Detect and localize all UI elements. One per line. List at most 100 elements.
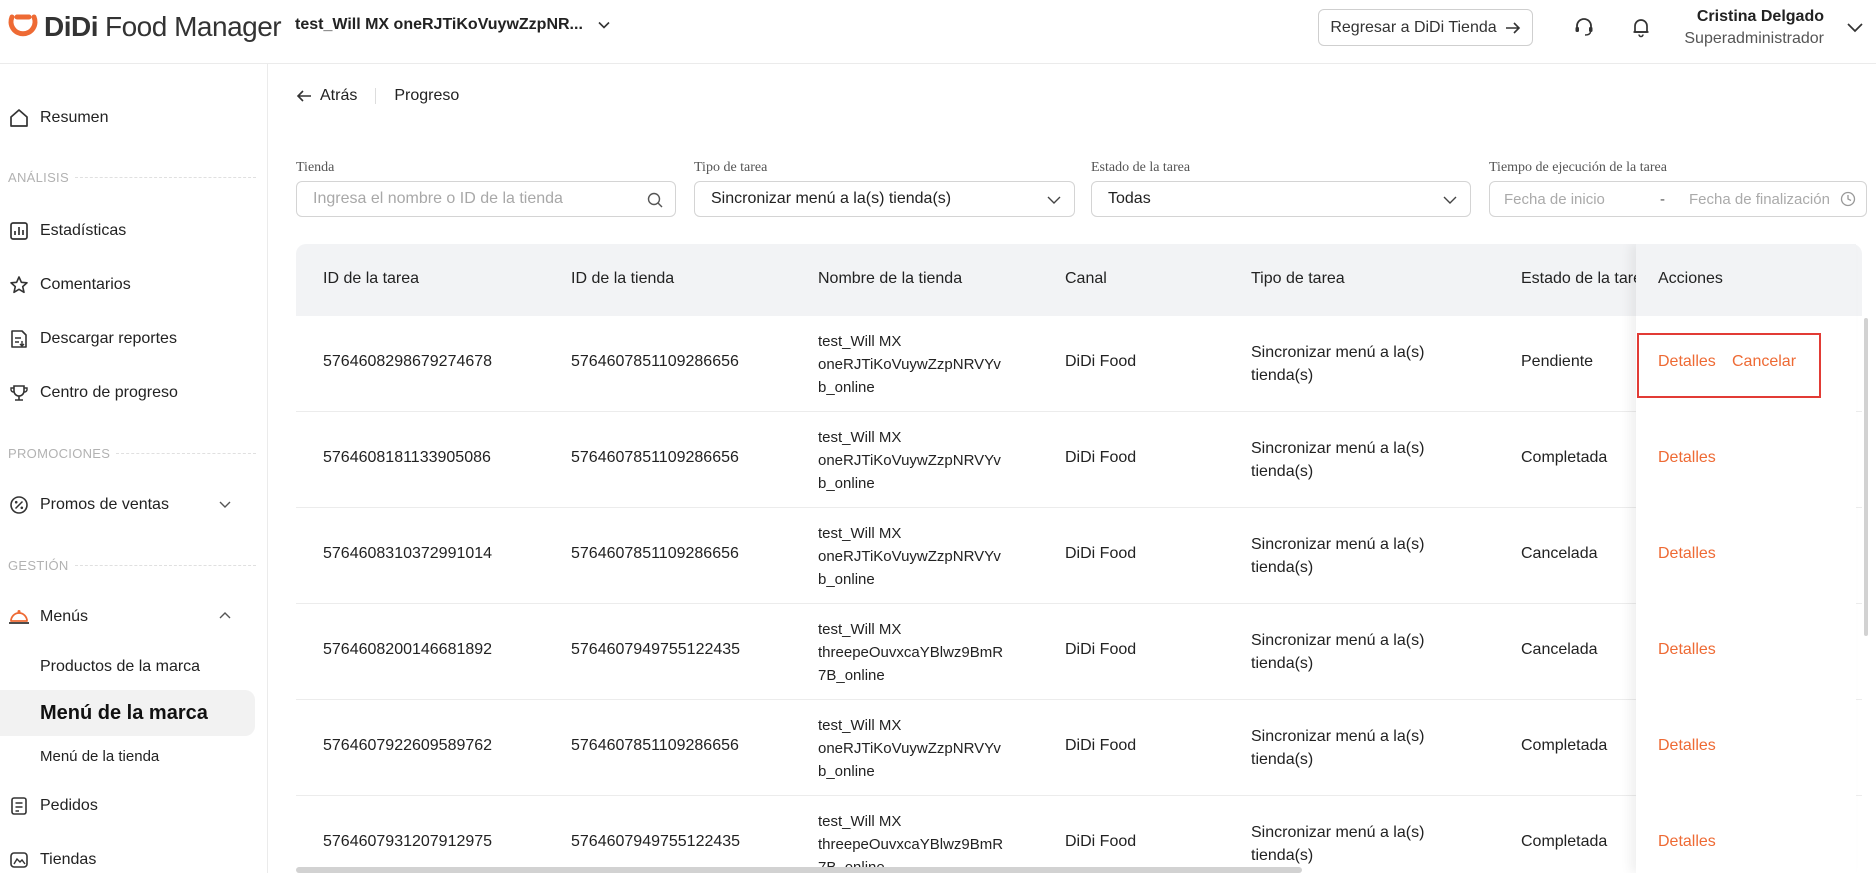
trophy-icon	[8, 382, 30, 404]
column-header-actions-bg: Acciones	[1636, 244, 1856, 316]
details-link[interactable]: Detalles	[1658, 449, 1716, 467]
sidebar-item-promos-de-ventas[interactable]: Promos de ventas	[8, 494, 169, 516]
cell-store-id: 5764607949755122435	[571, 641, 741, 658]
cell-task-type: Sincronizar menú a la(s) tienda(s)	[1251, 632, 1425, 672]
section-label-promociones: PROMOCIONES	[8, 446, 256, 461]
sidebar-item-label: Estadísticas	[40, 222, 127, 239]
horizontal-scrollbar[interactable]	[296, 867, 1302, 873]
task-type-select[interactable]: Sincronizar menú a la(s) tienda(s)	[694, 181, 1075, 217]
filter-label-tienda: Tienda	[296, 160, 335, 175]
cell-store-name: test_Will MX oneRJTiKoVuywZzpNRVYv b_onlin…	[818, 429, 1001, 492]
top-bar: DiDi Food Manager test_Will MX oneRJTiKo…	[0, 0, 1876, 64]
sidebar-item-label: Comentarios	[40, 276, 131, 293]
sidebar-item-tiendas[interactable]: Tiendas	[8, 849, 96, 871]
details-link[interactable]: Detalles	[1658, 545, 1716, 563]
section-label-analisis: ANÁLISIS	[8, 170, 256, 185]
column-header-actions: Acciones	[1658, 270, 1723, 287]
cell-task-id: 5764608310372991014	[323, 545, 493, 562]
column-header-store-name: Nombre de la tienda	[818, 270, 963, 287]
sidebar-subitem-label: Menú de la marca	[40, 701, 208, 724]
sidebar-subitem-menu-de-la-marca[interactable]: Menú de la marca	[0, 690, 255, 736]
details-link[interactable]: Detalles	[1658, 833, 1716, 851]
bell-icon[interactable]	[1628, 14, 1654, 40]
cell-task-type: Sincronizar menú a la(s) tienda(s)	[1251, 728, 1425, 768]
sidebar-item-label: Descargar reportes	[40, 330, 177, 347]
cell-status: Completada	[1521, 833, 1608, 850]
cell-store-name: test_Will MX oneRJTiKoVuywZzpNRVYv b_onlin…	[818, 525, 1001, 588]
cell-channel: DiDi Food	[1065, 737, 1137, 754]
cell-store-name: test_Will MX threepeOuvxcaYBlwz9BmR 7B_onl…	[818, 813, 1004, 873]
cell-store-name: test_Will MX threepeOuvxcaYBlwz9BmR 7B_onl…	[818, 621, 1004, 684]
cell-status: Completada	[1521, 449, 1608, 466]
chevron-down-icon	[598, 21, 610, 29]
cell-status: Cancelada	[1521, 545, 1598, 562]
column-header-channel: Canal	[1065, 270, 1107, 287]
breadcrumb-divider	[375, 88, 377, 104]
chart-icon	[8, 220, 30, 242]
clock-icon	[1840, 191, 1856, 207]
actions-column: Acciones Detalles Cancelar Detalles Deta…	[1636, 244, 1856, 873]
store-selector[interactable]: test_Will MX oneRJTiKoVuywZzpNR...	[295, 16, 611, 34]
filter-label-estado: Estado de la tarea	[1091, 160, 1191, 175]
logo[interactable]: DiDi Food Manager	[8, 11, 282, 42]
cell-status: Pendiente	[1521, 353, 1594, 370]
return-to-store-button[interactable]: Regresar a DiDi Tienda	[1318, 9, 1533, 46]
sidebar-item-menus[interactable]: Menús	[8, 606, 88, 628]
cell-task-id: 5764608181133905086	[323, 449, 491, 466]
table-row: 5764608298679274678 5764607851109286656 …	[296, 316, 1862, 412]
cell-channel: DiDi Food	[1065, 833, 1137, 850]
column-header-status: Estado de la tarea	[1521, 270, 1651, 287]
sidebar-item-centro-de-progreso[interactable]: Centro de progreso	[8, 382, 178, 404]
task-status-select[interactable]: Todas	[1091, 181, 1471, 217]
sidebar-item-label: Centro de progreso	[40, 384, 178, 401]
sidebar-item-resumen[interactable]: Resumen	[8, 107, 108, 129]
start-date-input[interactable]: Fecha de inicio	[1504, 191, 1605, 208]
cell-task-type: Sincronizar menú a la(s) tienda(s)	[1251, 440, 1425, 480]
sidebar-item-label: Menús	[40, 608, 89, 625]
column-header-store-id: ID de la tienda	[571, 270, 675, 287]
home-icon	[8, 107, 30, 129]
task-type-value: Sincronizar menú a la(s) tienda(s)	[711, 190, 952, 207]
sidebar-subitem-productos-de-la-marca[interactable]: Productos de la marca	[40, 658, 200, 676]
sidebar-item-pedidos[interactable]: Pedidos	[8, 795, 98, 817]
user-name: Cristina Delgado	[1696, 8, 1824, 25]
date-range-picker[interactable]: Fecha de inicio - Fecha de finalización	[1489, 181, 1867, 217]
user-info[interactable]: Cristina Delgado Superadministrador	[1684, 8, 1824, 48]
report-download-icon	[8, 328, 30, 350]
cell-task-type: Sincronizar menú a la(s) tienda(s)	[1251, 344, 1425, 384]
store-search-input[interactable]: Ingresa el nombre o ID de la tienda	[296, 181, 676, 217]
vertical-scrollbar[interactable]	[1864, 318, 1868, 636]
cell-channel: DiDi Food	[1065, 545, 1137, 562]
end-date-input[interactable]: Fecha de finalización	[1689, 191, 1830, 208]
cell-status: Completada	[1521, 737, 1608, 754]
cell-store-id: 5764607851109286656	[571, 545, 739, 562]
date-range-separator: -	[1660, 190, 1665, 208]
sidebar-subitem-menu-de-la-tienda[interactable]: Menú de la tienda	[40, 748, 159, 765]
cancel-link[interactable]: Cancelar	[1732, 353, 1796, 371]
arrow-left-icon	[296, 90, 311, 102]
sidebar-item-comentarios[interactable]: Comentarios	[8, 274, 131, 296]
cell-task-id: 5764608298679274678	[323, 353, 493, 370]
sidebar: Resumen ANÁLISIS Estadísticas Comentario…	[0, 64, 268, 873]
chevron-up-icon[interactable]	[218, 609, 232, 623]
cell-store-id: 5764607851109286656	[571, 737, 739, 754]
table-row: 5764607922609589762 5764607851109286656 …	[296, 700, 1862, 796]
cell-store-id: 5764607851109286656	[571, 353, 739, 370]
discount-icon	[8, 494, 30, 516]
support-icon[interactable]	[1571, 14, 1597, 40]
chevron-down-icon[interactable]	[218, 497, 232, 511]
store-selector-name: test_Will MX oneRJTiKoVuywZzpNR...	[295, 16, 583, 33]
cell-task-id: 5764607922609589762	[323, 737, 493, 754]
section-label-gestion: GESTIÓN	[8, 558, 256, 573]
cell-channel: DiDi Food	[1065, 353, 1137, 370]
sidebar-item-estadisticas[interactable]: Estadísticas	[8, 220, 126, 242]
user-menu-chevron-icon[interactable]	[1846, 20, 1864, 34]
sidebar-item-label: Promos de ventas	[40, 496, 169, 513]
sidebar-item-descargar-reportes[interactable]: Descargar reportes	[8, 328, 177, 350]
details-link[interactable]: Detalles	[1658, 353, 1716, 371]
details-link[interactable]: Detalles	[1658, 641, 1716, 659]
back-link[interactable]: Atrás	[296, 87, 357, 105]
cell-channel: DiDi Food	[1065, 449, 1137, 466]
cell-channel: DiDi Food	[1065, 641, 1137, 658]
details-link[interactable]: Detalles	[1658, 737, 1716, 755]
